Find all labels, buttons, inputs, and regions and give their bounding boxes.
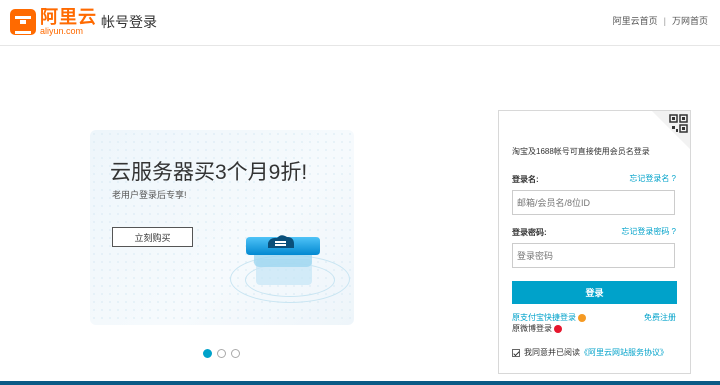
logo-icon [10,9,36,35]
server-icon [230,215,350,305]
page-title: 帐号登录 [101,14,157,30]
header: 阿里云 aliyun.com 帐号登录 阿里云首页 | 万网首页 [0,0,720,46]
carousel-dot[interactable] [231,349,240,358]
password-label: 登录密码: [512,228,547,237]
carousel-dot[interactable] [203,349,212,358]
top-links: 阿里云首页 | 万网首页 [613,14,708,27]
carousel-dots [203,349,240,358]
login-button[interactable]: 登录 [512,281,677,304]
agree-checkbox[interactable] [512,348,520,357]
carousel-dot[interactable] [217,349,226,358]
password-input[interactable] [512,243,675,268]
agreement: 我同意并已阅读 《阿里云网站服务协议》 [512,347,668,358]
alipay-login-label: 原支付宝快捷登录 [512,313,576,322]
forgot-password-link[interactable]: 忘记登录密码 ? [621,226,676,237]
buy-now-button[interactable]: 立刻购买 [112,227,193,247]
promo-banner[interactable]: 云服务器买3个月9折! 老用户登录后专享! 立刻购买 [90,130,354,325]
alipay-icon [578,313,586,322]
register-link[interactable]: 免费注册 [644,312,676,323]
qrcode-icon[interactable] [652,111,690,149]
banner-title: 云服务器买3个月9折! [110,161,308,184]
footer-bar [0,381,720,385]
weibo-login-link[interactable]: 原微博登录 [512,323,562,334]
logo[interactable]: 阿里云 aliyun.com [10,8,97,36]
banner-subtitle: 老用户登录后专享! [112,190,187,200]
login-tip: 淘宝及1688帐号可直接使用会员名登录 [512,147,650,156]
username-input[interactable] [512,190,675,215]
aliyun-home-link[interactable]: 阿里云首页 [613,14,658,27]
login-page: 阿里云 aliyun.com 帐号登录 阿里云首页 | 万网首页 云服务器买3个… [0,0,720,385]
wanwang-home-link[interactable]: 万网首页 [672,14,708,27]
agree-text: 我同意并已阅读 [524,348,580,357]
weibo-icon [554,324,562,333]
username-label: 登录名: [512,175,539,184]
logo-name: 阿里云 [40,7,97,27]
link-separator: | [663,15,666,26]
forgot-username-link[interactable]: 忘记登录名 ? [629,173,676,184]
alipay-login-link[interactable]: 原支付宝快捷登录 [512,312,586,323]
weibo-login-label: 原微博登录 [512,324,552,333]
login-form: 淘宝及1688帐号可直接使用会员名登录 登录名: 忘记登录名 ? 登录密码: 忘… [498,110,691,374]
service-agreement-link[interactable]: 《阿里云网站服务协议》 [580,347,668,358]
logo-domain: aliyun.com [40,26,84,36]
